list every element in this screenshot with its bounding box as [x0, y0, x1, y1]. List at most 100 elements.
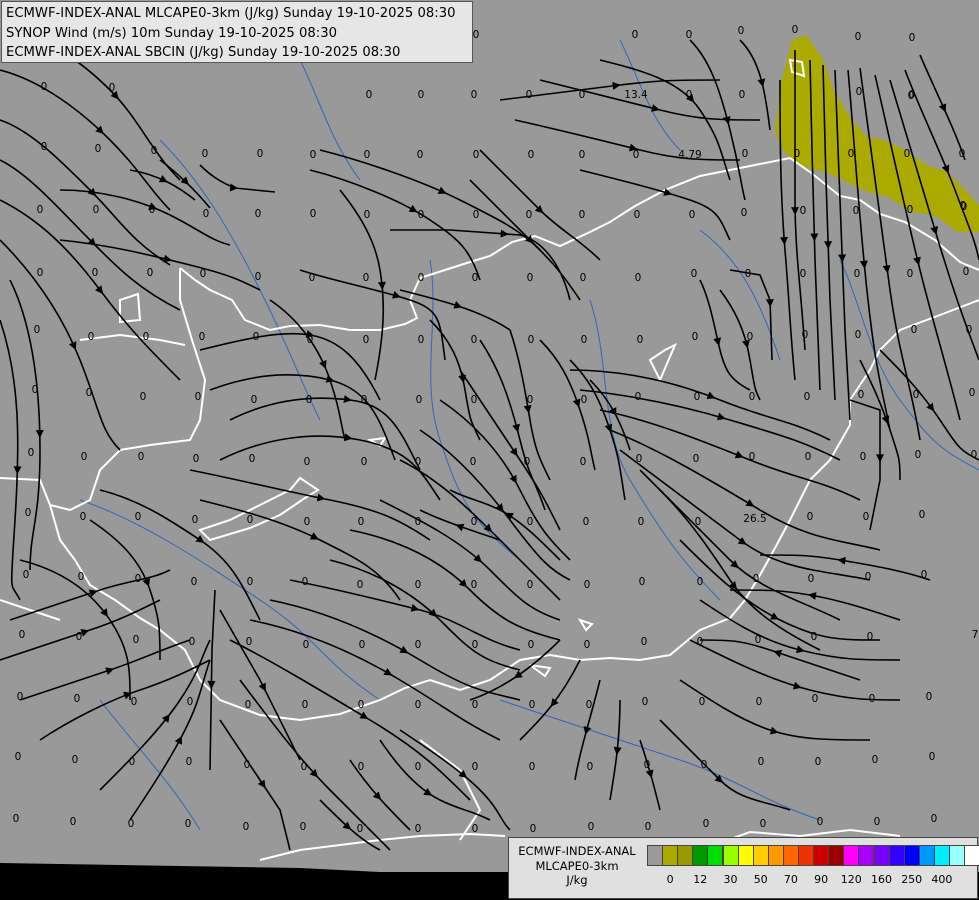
station-value: 0 [588, 821, 595, 833]
station-value: 0 [255, 208, 262, 220]
station-value: 0 [358, 699, 365, 711]
station-value: 0 [304, 456, 311, 468]
station-value: 0 [195, 391, 202, 403]
station-value: 0 [636, 453, 643, 465]
station-value: 0 [586, 699, 593, 711]
station-value: 0 [526, 89, 533, 101]
legend-swatch [903, 845, 920, 866]
station-value: 0 [642, 696, 649, 708]
station-value: 0 [415, 761, 422, 773]
station-value: 0 [37, 267, 44, 279]
station-value: 0 [635, 272, 642, 284]
station-value: 0 [251, 394, 258, 406]
station-value: 0 [805, 451, 812, 463]
station-value: 0 [128, 818, 135, 830]
legend-swatch [858, 845, 875, 866]
legend-swatch [918, 845, 935, 866]
station-value: 0 [854, 268, 861, 280]
station-value: 0 [874, 816, 881, 828]
station-value: 0 [527, 394, 534, 406]
legend-tick-label: 250 [901, 873, 923, 886]
station-value: 0 [869, 693, 876, 705]
legend-tick-label: 120 [840, 873, 862, 886]
legend-swatch [843, 845, 860, 866]
station-value: 0 [527, 516, 534, 528]
station-value: 0 [739, 89, 746, 101]
station-value: 0 [249, 453, 256, 465]
station-value: 0 [471, 334, 478, 346]
station-value: 0 [81, 451, 88, 463]
legend-swatch [933, 845, 950, 866]
station-value: 0 [641, 636, 648, 648]
station-value: 0 [135, 511, 142, 523]
station-value: 0 [853, 205, 860, 217]
station-value: 0 [907, 268, 914, 280]
station-value: 0 [579, 89, 586, 101]
station-value: 0 [699, 696, 706, 708]
station-value: 0 [907, 204, 914, 216]
station-value: 0 [247, 576, 254, 588]
station-value: 0 [415, 456, 422, 468]
station-value: 0 [634, 209, 641, 221]
station-value: 0 [792, 24, 799, 36]
legend-swatch [662, 845, 679, 866]
station-value: 0 [417, 149, 424, 161]
station-value: 0 [72, 754, 79, 766]
station-value: 0 [93, 204, 100, 216]
station-value: 0 [358, 761, 365, 773]
legend-tick-label: 400 [931, 873, 953, 886]
station-value: 0 [19, 629, 26, 641]
station-value: 0 [138, 451, 145, 463]
title-line-wind: SYNOP Wind (m/s) 10m Sunday 19-10-2025 0… [6, 25, 337, 41]
station-value: 0 [867, 631, 874, 643]
station-value: 0 [133, 634, 140, 646]
station-value: 0 [812, 693, 819, 705]
station-value: 0 [255, 271, 262, 283]
station-value: 0 [306, 394, 313, 406]
station-value: 13.4 [624, 89, 648, 101]
station-value: 0 [247, 514, 254, 526]
station-value: 0 [919, 509, 926, 521]
station-value: 0 [921, 569, 928, 581]
station-value: 0 [580, 456, 587, 468]
station-value: 0 [472, 823, 479, 835]
station-value: 0 [860, 451, 867, 463]
station-value: 0 [753, 573, 760, 585]
title-line-cin: ECMWF-INDEX-ANAL SBCIN (J/kg) Sunday 19-… [6, 45, 401, 60]
station-value: 0 [872, 754, 879, 766]
station-value: 0 [185, 818, 192, 830]
station-value: 0 [811, 631, 818, 643]
station-value: 0 [151, 145, 158, 157]
station-value: 0 [243, 821, 250, 833]
station-value: 0 [749, 391, 756, 403]
legend-swatch [692, 845, 709, 866]
station-value: 0 [472, 639, 479, 651]
station-value: 0 [415, 579, 422, 591]
station-value: 0 [25, 507, 32, 519]
station-value: 0 [80, 511, 87, 523]
station-value: 0 [302, 576, 309, 588]
station-value: 0 [309, 272, 316, 284]
station-value: 0 [741, 207, 748, 219]
station-value: 0 [584, 639, 591, 651]
station-value: 0 [310, 149, 317, 161]
station-value: 0 [528, 639, 535, 651]
station-value: 0 [41, 81, 48, 93]
station-value: 0 [858, 389, 865, 401]
station-value: 0 [747, 331, 754, 343]
station-value: 0 [584, 579, 591, 591]
station-value: 0 [193, 453, 200, 465]
station-value: 0 [637, 334, 644, 346]
station-value: 0 [357, 823, 364, 835]
legend-tick-label: 70 [783, 873, 798, 886]
station-value: 0 [471, 579, 478, 591]
station-value: 0 [472, 761, 479, 773]
legend-tick-label: 50 [753, 873, 768, 886]
station-value: 0 [742, 148, 749, 160]
station-value: 0 [41, 141, 48, 153]
station-value: 0 [359, 639, 366, 651]
station-value: 0 [856, 86, 863, 98]
station-value: 0 [635, 391, 642, 403]
station-value: 0 [908, 90, 915, 102]
station-value: 0 [245, 699, 252, 711]
